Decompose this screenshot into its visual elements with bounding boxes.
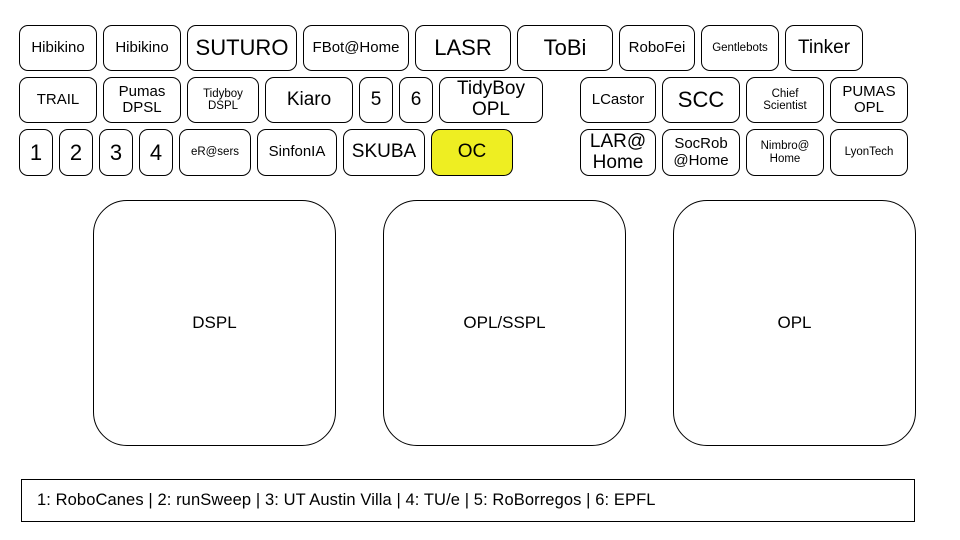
chip-row-1: Hibikino Hibikino SUTURO FBot@Home LASR ToBi R… xyxy=(0,25,960,71)
chip-row-2: TRAIL Pumas DPSL Tidyboy DSPL Kiaro 5 6 TidyBo… xyxy=(0,77,960,123)
chip-gentlebots[interactable]: Gentlebots xyxy=(701,25,779,71)
chip-scc[interactable]: SCC xyxy=(662,77,740,123)
chip-oc[interactable]: OC xyxy=(431,129,513,176)
chip-row-1-left-group: Hibikino Hibikino SUTURO FBot@Home LASR ToBi R… xyxy=(19,25,863,71)
league-box-opl[interactable]: OPL xyxy=(673,200,916,446)
chip-row-3-left-group: 1 2 3 4 eR@sers SinfonIA SKUBA OC xyxy=(19,129,513,176)
chip-row-3-right-group: LAR@ Home SocRob @Home Nimbro@ Home LyonTec… xyxy=(580,129,908,176)
chip-pumas-dpsl[interactable]: Pumas DPSL xyxy=(103,77,181,123)
chip-kiaro[interactable]: Kiaro xyxy=(265,77,353,123)
league-box-dspl[interactable]: DSPL xyxy=(93,200,336,446)
chip-fbot-home[interactable]: FBot@Home xyxy=(303,25,409,71)
league-box-label: OPL/SSPL xyxy=(463,313,546,332)
chip-tobi[interactable]: ToBi xyxy=(517,25,613,71)
chip-er-sers[interactable]: eR@sers xyxy=(179,129,251,176)
chip-trail[interactable]: TRAIL xyxy=(19,77,97,123)
chip-row-3: 1 2 3 4 eR@sers SinfonIA SKUBA OC LAR@ Home SocR… xyxy=(0,129,960,176)
chip-lyontech[interactable]: LyonTech xyxy=(830,129,908,176)
chip-1[interactable]: 1 xyxy=(19,129,53,176)
chip-tinker[interactable]: Tinker xyxy=(785,25,863,71)
chip-socrob-home[interactable]: SocRob @Home xyxy=(662,129,740,176)
chip-lar-home[interactable]: LAR@ Home xyxy=(580,129,656,176)
league-box-label: DSPL xyxy=(192,313,237,332)
chip-sinfonia[interactable]: SinfonIA xyxy=(257,129,337,176)
chip-nimbro-home[interactable]: Nimbro@ Home xyxy=(746,129,824,176)
chip-row-2-left-group: TRAIL Pumas DPSL Tidyboy DSPL Kiaro 5 6 TidyBo… xyxy=(19,77,543,123)
league-box-opl-sspl[interactable]: OPL/SSPL xyxy=(383,200,626,446)
chip-hibikino[interactable]: Hibikino xyxy=(19,25,97,71)
chip-suturo[interactable]: SUTURO xyxy=(187,25,297,71)
legend-text: 1: RoboCanes | 2: runSweep | 3: UT Austi… xyxy=(37,491,656,509)
legend-bar: 1: RoboCanes | 2: runSweep | 3: UT Austi… xyxy=(21,479,915,522)
chip-tidyboy-dspl[interactable]: Tidyboy DSPL xyxy=(187,77,259,123)
chip-lasr[interactable]: LASR xyxy=(415,25,511,71)
chip-4[interactable]: 4 xyxy=(139,129,173,176)
chip-5[interactable]: 5 xyxy=(359,77,393,123)
chip-2[interactable]: 2 xyxy=(59,129,93,176)
chip-chief-scientist[interactable]: Chief Scientist xyxy=(746,77,824,123)
chip-3[interactable]: 3 xyxy=(99,129,133,176)
league-box-label: OPL xyxy=(777,313,812,332)
chip-6[interactable]: 6 xyxy=(399,77,433,123)
chip-robofei[interactable]: RoboFei xyxy=(619,25,695,71)
chip-row-2-right-group: LCastor SCC Chief Scientist PUMAS OPL xyxy=(580,77,908,123)
chip-hibikino[interactable]: Hibikino xyxy=(103,25,181,71)
chip-tidyboy-opl[interactable]: TidyBoy OPL xyxy=(439,77,543,123)
chip-skuba[interactable]: SKUBA xyxy=(343,129,425,176)
chip-lcastor[interactable]: LCastor xyxy=(580,77,656,123)
chip-pumas-opl[interactable]: PUMAS OPL xyxy=(830,77,908,123)
